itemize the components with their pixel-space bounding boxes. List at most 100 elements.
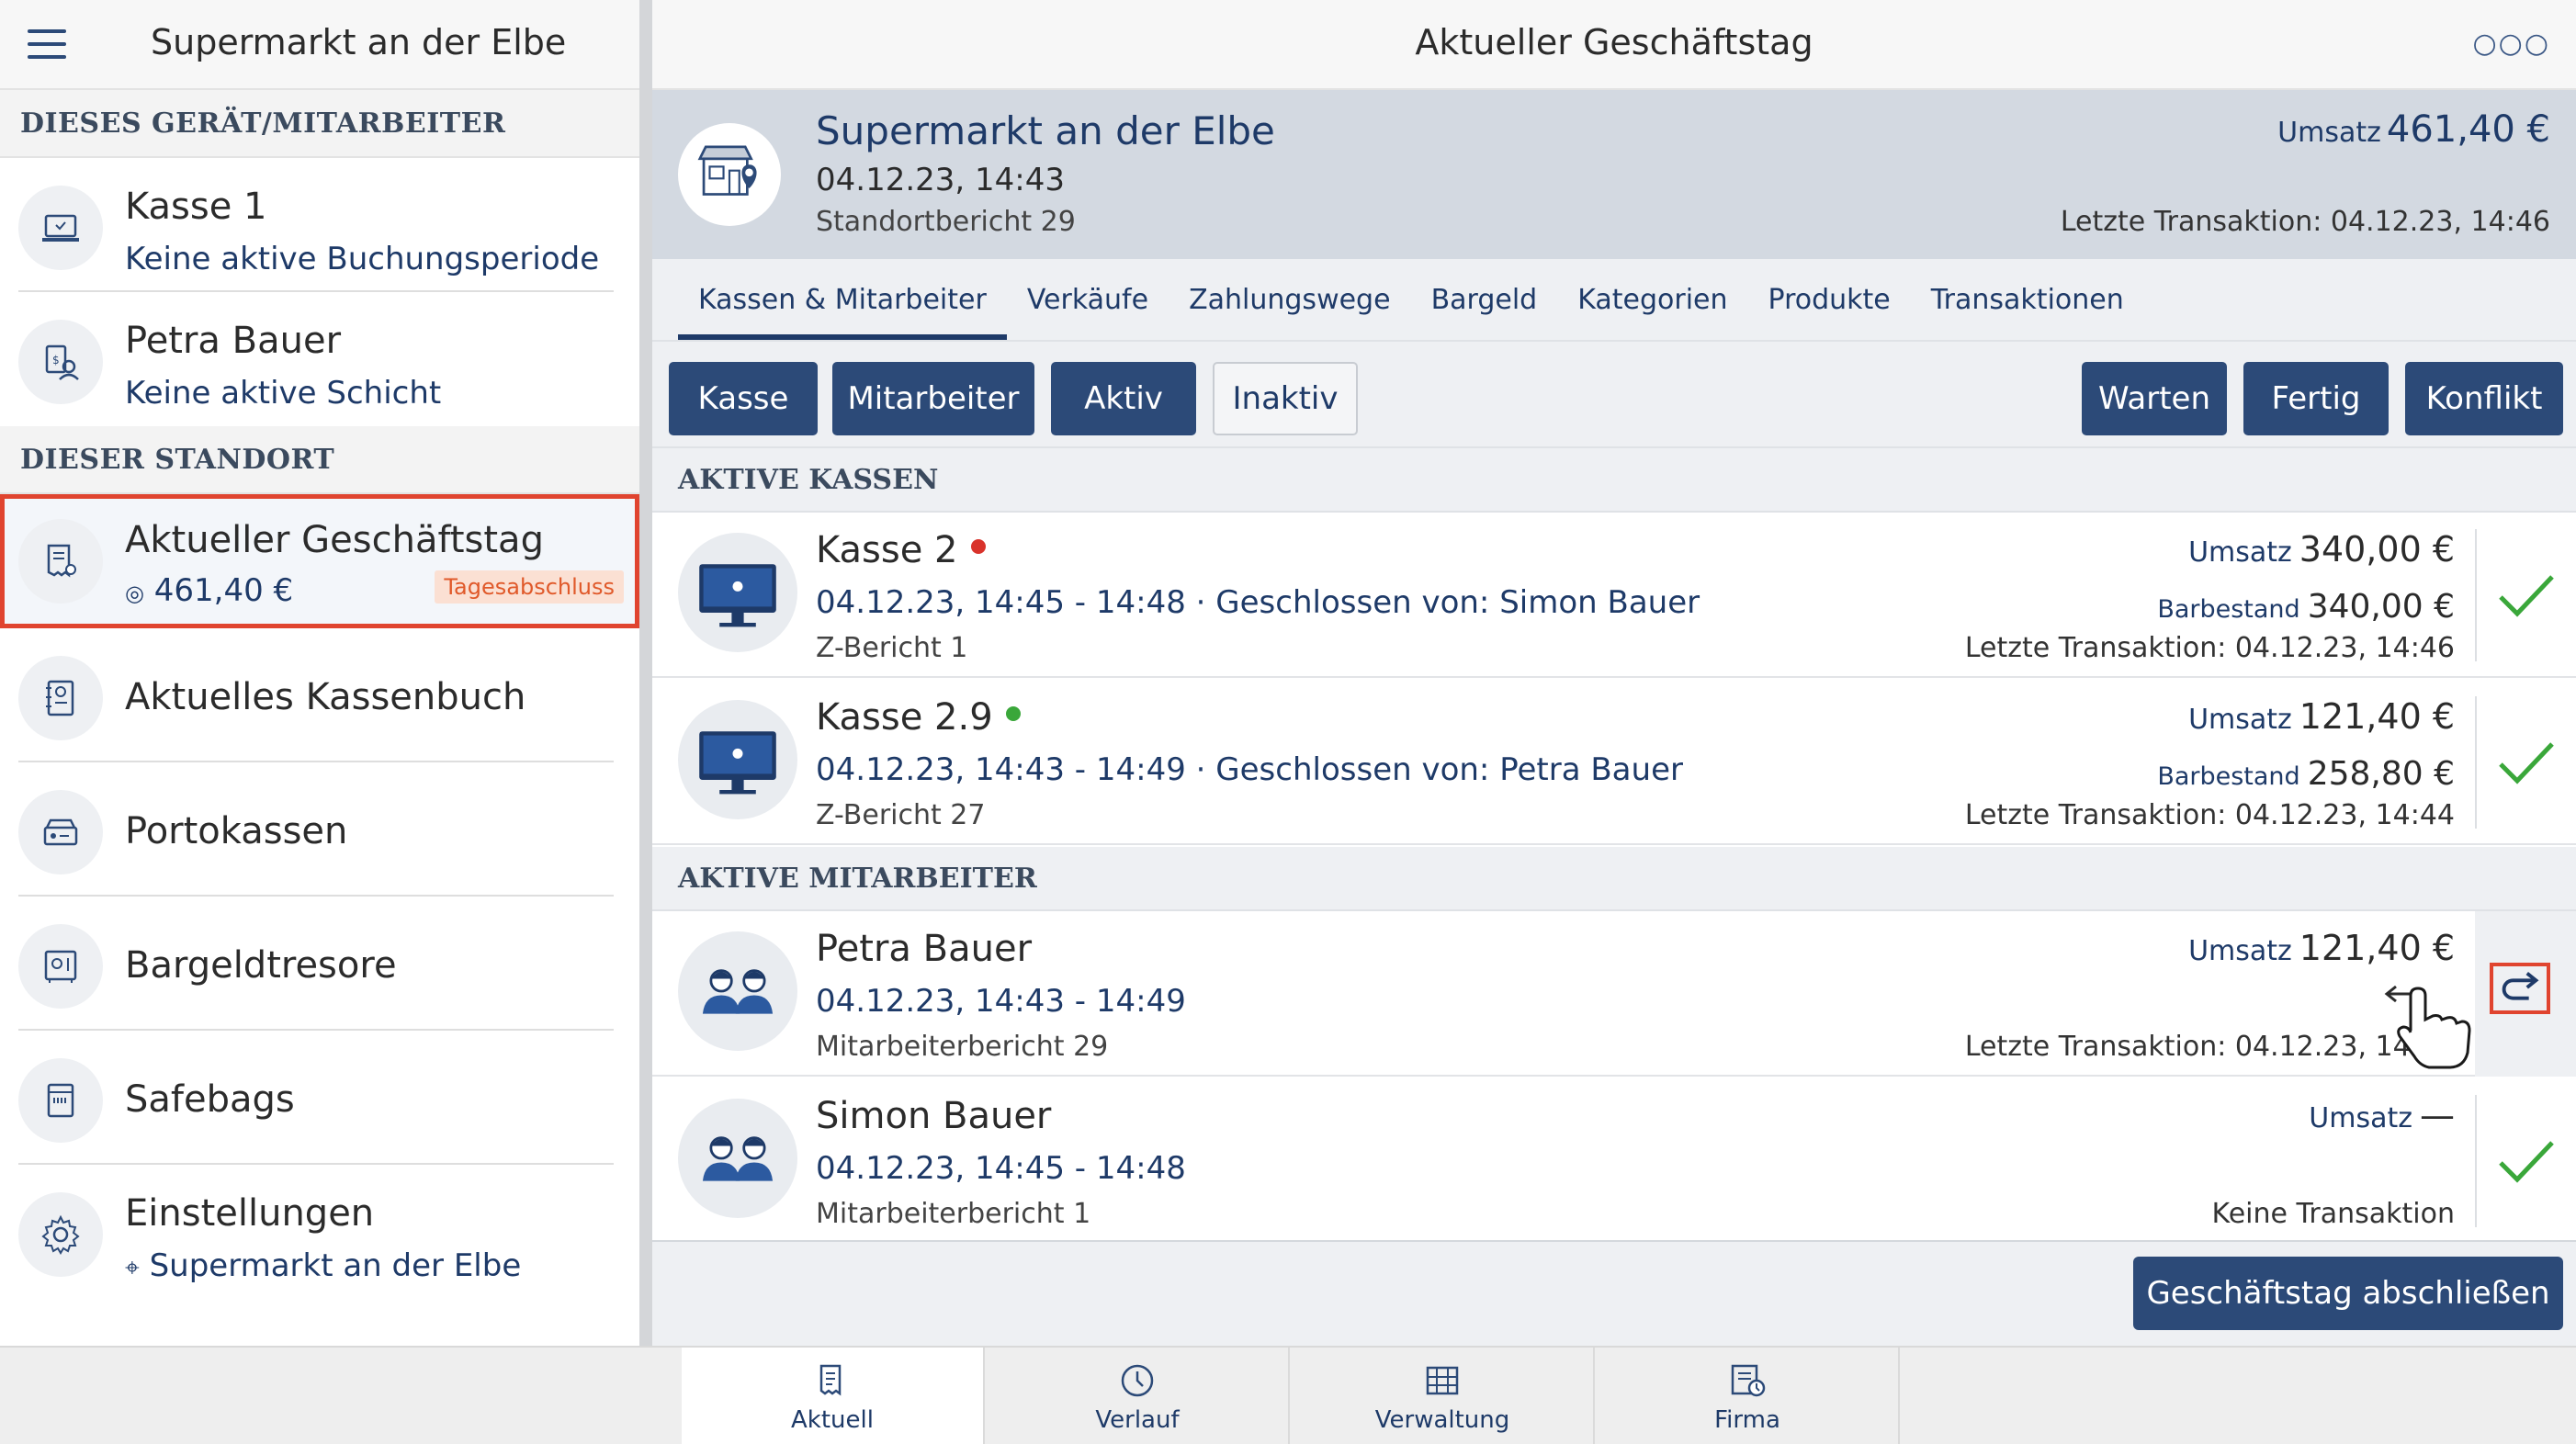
register-name: Kasse 2.9 — [816, 696, 1021, 739]
revenue-value: 121,40 € — [2299, 696, 2455, 737]
revenue-label: Umsatz — [2188, 704, 2292, 736]
employee-name: Petra Bauer — [816, 928, 1033, 970]
coins-icon: ◎ — [125, 581, 144, 606]
employee-revenue: Umsatz 121,40 € — [2188, 928, 2455, 968]
register-name: Kasse 2 — [816, 529, 986, 571]
row-action[interactable] — [2475, 1095, 2576, 1227]
sidebar-item-title: Aktueller Geschäftstag — [125, 519, 544, 561]
register-last-transaction: Letzte Transaktion: 04.12.23, 14:44 — [1964, 799, 2455, 831]
employee-report: Mitarbeiterbericht 29 — [816, 1031, 1109, 1063]
employee-period: 04.12.23, 14:45 - 14:48 — [816, 1150, 1186, 1187]
sidebar-item-petty-cash[interactable]: Portokassen — [18, 762, 614, 897]
menu-icon[interactable] — [28, 29, 66, 59]
sidebar-item-employee[interactable]: $ Petra Bauer Keine aktive Schicht — [18, 292, 614, 426]
tab-cash[interactable]: Bargeld — [1411, 259, 1558, 340]
revenue-label: Umsatz — [2277, 117, 2381, 149]
sidebar-item-title: Bargeldtresore — [125, 944, 397, 987]
cash-label: Barbestand — [2157, 595, 2300, 624]
register-row[interactable]: Kasse 2.9 04.12.23, 14:43 - 14:49 · Gesc… — [652, 680, 2576, 845]
sidebar-item-title: Petra Bauer — [125, 320, 342, 362]
sidebar-item-register[interactable]: Kasse 1 Keine aktive Buchungsperiode — [18, 158, 614, 292]
sidebar-item-settings[interactable]: Einstellungen ⌖ Supermarkt an der Elbe — [18, 1165, 614, 1299]
cash-label: Barbestand — [2157, 762, 2300, 791]
main-header: Aktueller Geschäftstag ○○○ — [652, 0, 2576, 90]
tab-categories[interactable]: Kategorien — [1557, 259, 1747, 340]
filter-waiting-button[interactable]: Warten — [2082, 362, 2227, 435]
register-period: 04.12.23, 14:43 - 14:49 · Geschlossen vo… — [816, 751, 1683, 788]
filter-conflict-button[interactable]: Konflikt — [2405, 362, 2563, 435]
register-cash: Barbestand 340,00 € — [2157, 588, 2455, 626]
revenue-label: Umsatz — [2309, 1102, 2412, 1134]
tab-registers-employees[interactable]: Kassen & Mitarbeiter — [678, 259, 1007, 340]
filter-employee-button[interactable]: Mitarbeiter — [832, 362, 1034, 435]
tab-payment-methods[interactable]: Zahlungswege — [1169, 259, 1410, 340]
revenue-label: Umsatz — [2188, 935, 2292, 967]
sidebar-divider[interactable] — [639, 0, 652, 1346]
section-location-heading: DIESER STANDORT — [0, 426, 639, 494]
more-options-icon[interactable]: ○○○ — [2472, 28, 2550, 60]
checkmark-icon — [2499, 742, 2554, 784]
sidebar-item-amount: ◎ 461,40 € — [125, 572, 293, 609]
tab-products[interactable]: Produkte — [1748, 259, 1911, 340]
sidebar-item-title: Kasse 1 — [125, 186, 267, 228]
filter-done-button[interactable]: Fertig — [2243, 362, 2389, 435]
location-banner: Supermarkt an der Elbe 04.12.23, 14:43 S… — [652, 90, 2576, 259]
row-action[interactable] — [2475, 529, 2576, 661]
location-revenue: Umsatz 461,40 € — [2277, 108, 2550, 151]
location-date: 04.12.23, 14:43 — [816, 162, 1066, 198]
sidebar-item-current-business-day[interactable]: Aktueller Geschäftstag ◎ 461,40 € Tagesa… — [0, 494, 639, 628]
register-report: Z-Bericht 27 — [816, 799, 986, 831]
revenue-value: — — [2420, 1095, 2455, 1135]
employee-period: 04.12.23, 14:43 - 14:49 — [816, 983, 1186, 1020]
swipe-gesture-hand-icon — [2384, 985, 2471, 1069]
receipt-icon — [819, 1364, 842, 1395]
status-dot-icon — [1005, 706, 1021, 721]
revenue-value: 121,40 € — [2299, 928, 2455, 968]
checkmark-icon — [2499, 1141, 2554, 1183]
register-period: 04.12.23, 14:45 - 14:48 · Geschlossen vo… — [816, 584, 1700, 621]
sidebar-item-cashbook[interactable]: Aktuelles Kassenbuch — [18, 628, 614, 762]
page-title: Aktueller Geschäftstag — [1415, 22, 1813, 62]
sidebar-item-title: Portokassen — [125, 810, 348, 852]
nav-company[interactable]: Firma — [1597, 1348, 1900, 1444]
sidebar-item-title: Aktuelles Kassenbuch — [125, 676, 526, 718]
sidebar-item-safes[interactable]: Bargeldtresore — [18, 897, 614, 1031]
sidebar-item-subtitle: Keine aktive Buchungsperiode — [125, 241, 600, 277]
nav-history[interactable]: Verlauf — [987, 1348, 1290, 1444]
gear-icon — [18, 1192, 103, 1277]
filter-register-button[interactable]: Kasse — [669, 362, 818, 435]
employee-row[interactable]: Simon Bauer 04.12.23, 14:45 - 14:48 Mita… — [652, 1078, 2576, 1244]
svg-text:$: $ — [52, 354, 60, 367]
ledger-icon — [1426, 1366, 1459, 1394]
nav-label: Aktuell — [791, 1405, 874, 1434]
filter-bar: Kasse Mitarbeiter Aktiv Inaktiv Warten F… — [652, 340, 2576, 448]
status-dot-icon — [970, 539, 986, 554]
sidebar-item-safebags[interactable]: Safebags — [18, 1031, 614, 1165]
safe-icon — [18, 924, 103, 1009]
close-business-day-button[interactable]: Geschäftstag abschließen — [2133, 1257, 2563, 1330]
nav-label: Verwaltung — [1374, 1405, 1510, 1434]
store-icon — [678, 123, 781, 226]
revenue-value: 340,00 € — [2299, 529, 2455, 570]
employee-last-transaction: Letzte Transaktion: 04.12.23, 14:44 — [1964, 1031, 2455, 1063]
tab-transactions[interactable]: Transaktionen — [1911, 259, 2144, 340]
section-device-heading: DIESES GERÄT/MITARBEITER — [0, 90, 639, 158]
sidebar-header: Supermarkt an der Elbe — [0, 0, 639, 90]
nav-current[interactable]: Aktuell — [682, 1348, 985, 1444]
action-area: Geschäftstag abschließen — [652, 1240, 2576, 1346]
nav-administration[interactable]: Verwaltung — [1292, 1348, 1595, 1444]
sidebar: Supermarkt an der Elbe DIESES GERÄT/MITA… — [0, 0, 639, 1346]
checkmark-icon — [2499, 575, 2554, 617]
row-action[interactable] — [2475, 696, 2576, 829]
employees-icon — [678, 1099, 797, 1218]
employee-row[interactable]: Petra Bauer 04.12.23, 14:43 - 14:49 Mita… — [652, 911, 2576, 1077]
location-report: Standortbericht 29 — [816, 206, 1076, 238]
cash-value: 340,00 € — [2307, 588, 2455, 626]
bottom-navigation: Aktuell Verlauf Verwaltung Firma — [0, 1346, 2576, 1444]
filter-active-button[interactable]: Aktiv — [1051, 362, 1196, 435]
register-report: Z-Bericht 1 — [816, 632, 968, 664]
petty-cash-icon — [18, 790, 103, 874]
register-row[interactable]: Kasse 2 04.12.23, 14:45 - 14:48 · Geschl… — [652, 513, 2576, 678]
filter-inactive-button[interactable]: Inaktiv — [1213, 362, 1358, 435]
tab-sales[interactable]: Verkäufe — [1007, 259, 1169, 340]
